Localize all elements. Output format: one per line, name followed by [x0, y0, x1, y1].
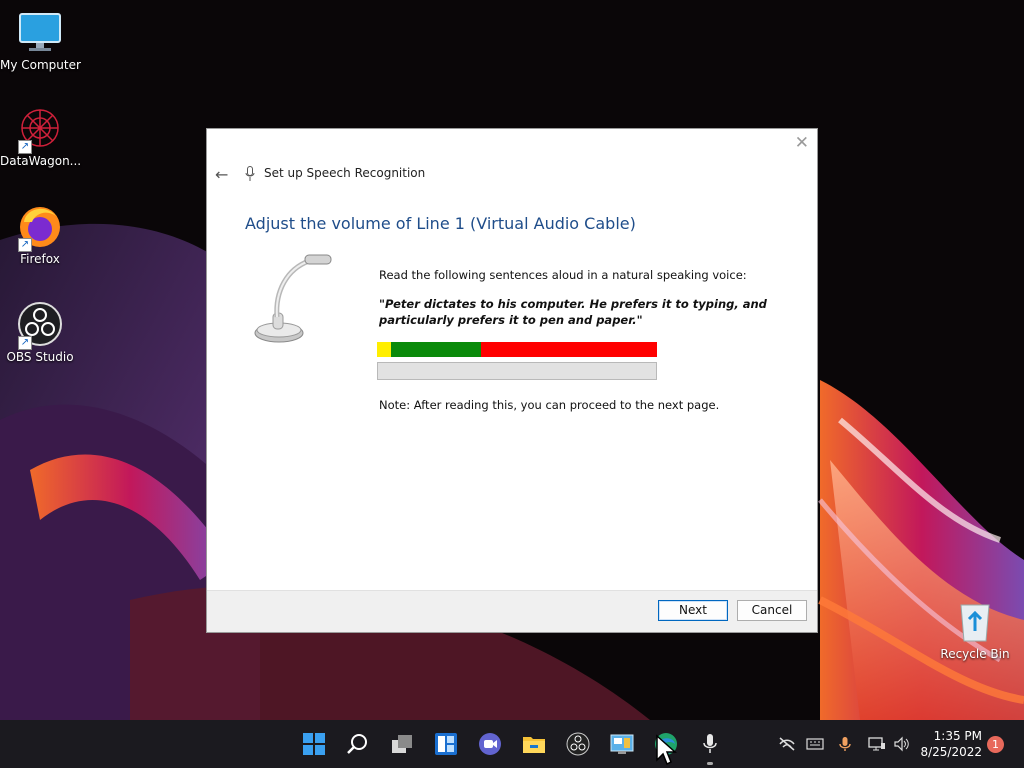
display-icon[interactable] [868, 736, 886, 752]
dialog-title: Set up Speech Recognition [264, 166, 426, 180]
next-button[interactable]: Next [658, 600, 728, 621]
search-icon[interactable] [346, 732, 370, 756]
monitor-icon [16, 8, 64, 56]
desk-microphone-icon [254, 254, 332, 343]
cancel-button[interactable]: Cancel [737, 600, 807, 621]
dialog-footer: Next Cancel [207, 590, 817, 632]
microphone-icon[interactable] [698, 732, 722, 756]
note-text: Note: After reading this, you can procee… [379, 398, 720, 412]
running-indicator [707, 762, 713, 765]
desktop-icon-firefox[interactable]: ↗ Firefox [0, 202, 80, 266]
back-arrow-icon[interactable]: ← [215, 165, 228, 184]
keyboard-icon[interactable] [806, 736, 824, 752]
mouse-cursor-icon [656, 734, 677, 766]
teams-chat-icon[interactable] [478, 732, 502, 756]
clock-time: 1:35 PM [933, 729, 982, 743]
network-off-icon[interactable] [778, 736, 796, 752]
control-panel-icon[interactable] [610, 732, 634, 756]
microphone-icon [245, 166, 255, 181]
start-icon[interactable] [302, 732, 326, 756]
sample-sentence: "Peter dictates to his computer. He pref… [379, 297, 767, 327]
file-explorer-icon[interactable] [522, 732, 546, 756]
desktop-icon-recycle-bin[interactable]: Recycle Bin [935, 597, 1015, 661]
datawagon-icon: ↗ [16, 104, 64, 154]
notification-badge[interactable]: 1 [987, 736, 1004, 753]
mic-in-use-icon[interactable] [838, 736, 852, 752]
meter-zone-good [391, 342, 481, 357]
meter-zone-high [480, 342, 657, 357]
system-clock[interactable]: 1:35 PM 8/25/2022 [916, 728, 982, 760]
close-icon[interactable]: ✕ [795, 133, 809, 153]
task-view-icon[interactable] [390, 732, 414, 756]
meter-zone-low [377, 342, 391, 357]
obs-icon[interactable] [566, 732, 590, 756]
recycle-bin-icon [951, 597, 999, 645]
volume-zone-meter [377, 342, 657, 357]
input-level-bar [377, 362, 657, 380]
firefox-icon: ↗ [16, 202, 64, 252]
page-heading: Adjust the volume of Line 1 (Virtual Aud… [245, 214, 636, 233]
widgets-icon[interactable] [434, 732, 458, 756]
speech-recognition-dialog: ✕ ← Set up Speech Recognition Adjust the… [206, 128, 818, 633]
obs-icon: ↗ [16, 300, 64, 350]
clock-date: 8/25/2022 [920, 745, 982, 759]
desktop-icon-obs-studio[interactable]: ↗ OBS Studio [0, 300, 80, 364]
desktop-icon-datawagon[interactable]: ↗ DataWagon... [0, 104, 81, 168]
taskbar: 1:35 PM 8/25/2022 1 [0, 720, 1024, 768]
instruction-text: Read the following sentences aloud in a … [379, 268, 747, 282]
volume-icon[interactable] [893, 736, 911, 752]
desktop-icon-my-computer[interactable]: My Computer [0, 8, 81, 72]
